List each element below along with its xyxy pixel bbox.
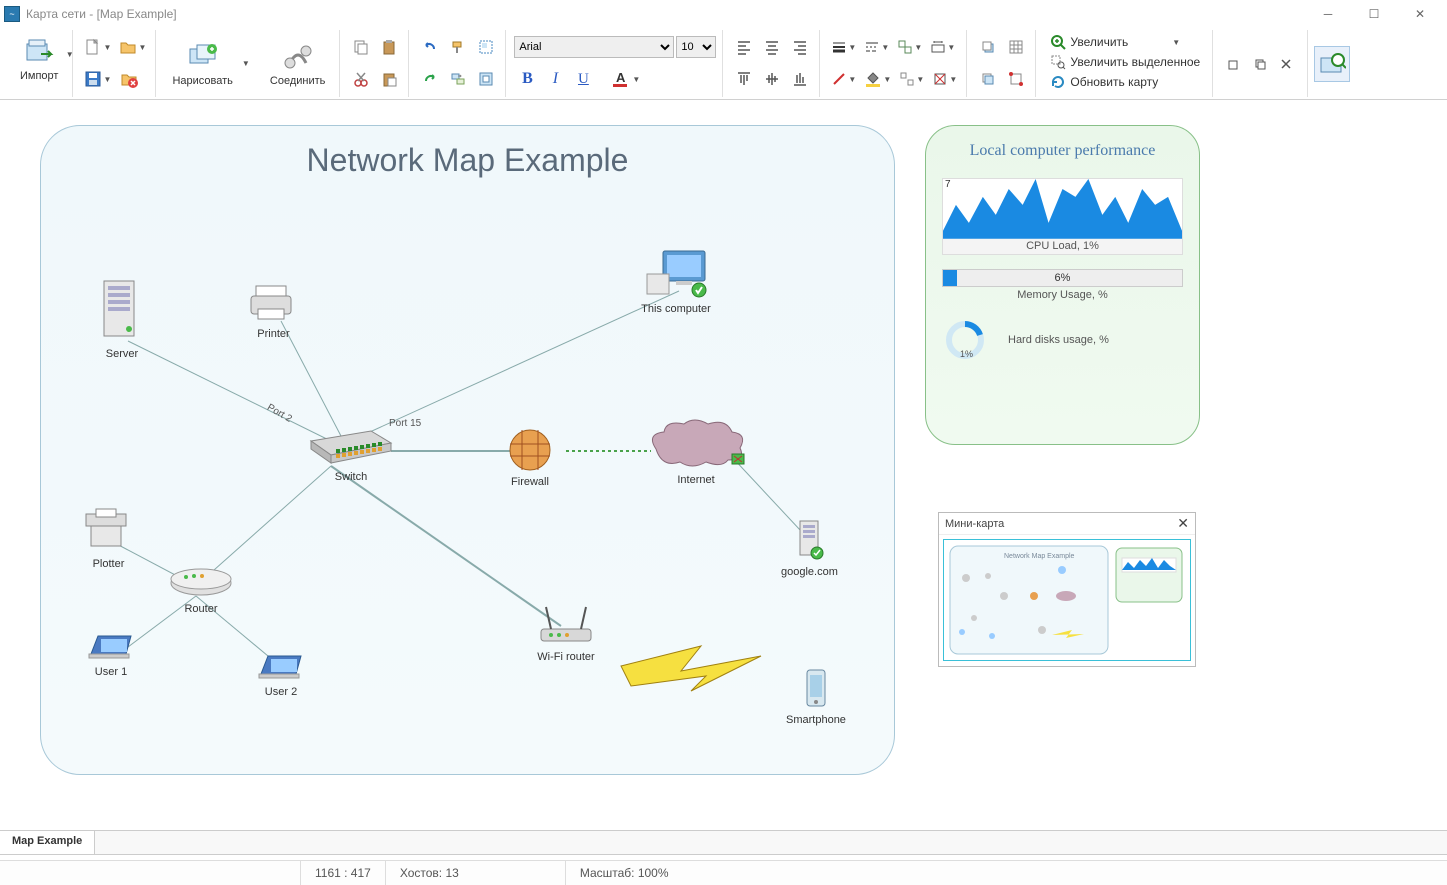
redo-button[interactable]	[417, 66, 443, 92]
tab-current[interactable]: Map Example	[0, 831, 95, 854]
refresh-map-button[interactable]: Обновить карту	[1044, 72, 1206, 92]
align-middle-button[interactable]	[759, 66, 785, 92]
cpu-chart: 7 0	[942, 178, 1183, 238]
draw-button[interactable]: Нарисовать	[164, 37, 240, 91]
node-google[interactable]: google.com	[781, 516, 838, 578]
minimap-panel[interactable]: Мини-карта ✕ Network Map Example	[938, 512, 1196, 667]
send-back-button[interactable]	[975, 66, 1001, 92]
node-internet[interactable]: Internet	[636, 414, 756, 486]
align-center-button[interactable]	[759, 34, 785, 60]
toolbar: Импорт ▼ ▼ ▼ ▼ Нарисовать ▼ Соединить	[0, 28, 1447, 100]
titlebar: ~ Карта сети - [Map Example] ─ ☐ ✕	[0, 0, 1447, 28]
node-server[interactable]: Server	[96, 276, 148, 360]
align-left-button[interactable]	[731, 34, 757, 60]
node-switch[interactable]: Switch	[306, 421, 396, 483]
disk-gauge-icon: 1%	[942, 317, 988, 363]
paste-button[interactable]	[376, 34, 402, 60]
new-doc-button[interactable]: ▼	[81, 34, 114, 60]
minimize-button[interactable]: ─	[1305, 0, 1351, 28]
minimap-title: Мини-карта	[945, 518, 1004, 530]
node-wifi-router[interactable]: Wi-Fi router	[531, 601, 601, 663]
minimap-viewport[interactable]: Network Map Example	[943, 539, 1191, 661]
zoom-selection-button[interactable]: Увеличить выделенное	[1044, 52, 1206, 72]
bold-button[interactable]: B	[514, 66, 540, 92]
node-firewall[interactable]: Firewall	[506, 424, 554, 488]
paste-special-button[interactable]	[376, 66, 402, 92]
ungroup-button[interactable]: ▼	[896, 66, 927, 92]
svg-text:1%: 1%	[960, 349, 973, 359]
connect-button[interactable]: Соединить	[262, 37, 334, 91]
node-user2[interactable]: User 2	[256, 646, 306, 698]
map-panel[interactable]: Network Map Example Port 2 Port 15 Serve…	[40, 125, 895, 775]
bring-front-button[interactable]	[975, 34, 1001, 60]
close-button[interactable]: ✕	[1397, 0, 1443, 28]
import-icon	[23, 36, 55, 68]
cpu-label: CPU Load, 1%	[942, 238, 1183, 255]
status-bar: 1161 : 417 Хостов: 13 Масштаб: 100%	[0, 860, 1447, 885]
minimap-close-button[interactable]: ✕	[1177, 515, 1189, 532]
line-color-button[interactable]: ▼	[828, 66, 859, 92]
align-top-button[interactable]	[731, 66, 757, 92]
line-weight-button[interactable]: ▼	[828, 34, 859, 60]
line-style-button[interactable]: ▼	[861, 34, 892, 60]
tab-bar: Map Example	[0, 830, 1447, 855]
fill-color-button[interactable]: ▼	[861, 66, 894, 92]
replace-button[interactable]	[445, 66, 471, 92]
map-title: Network Map Example	[41, 126, 894, 179]
open-folder-button[interactable]: ▼	[116, 34, 149, 60]
font-name-select[interactable]: Arial	[514, 36, 674, 58]
port-label: Port 2	[265, 402, 294, 425]
copy-button[interactable]	[348, 34, 374, 60]
italic-button[interactable]: I	[542, 66, 568, 92]
svg-text:A: A	[616, 70, 626, 85]
group-button[interactable]: ▼	[894, 34, 925, 60]
app-icon: ~	[4, 6, 20, 22]
chevron-down-icon[interactable]: ▼	[66, 50, 74, 59]
align-bottom-button[interactable]	[787, 66, 813, 92]
node-plotter[interactable]: Plotter	[81, 506, 136, 570]
zoom-in-button[interactable]: Увеличить▼	[1044, 32, 1206, 52]
node-smartphone[interactable]: Smartphone	[786, 666, 846, 726]
node-user1[interactable]: User 1	[86, 626, 136, 678]
clear-format-button[interactable]: ▼	[929, 66, 960, 92]
snap-button[interactable]	[1003, 66, 1029, 92]
format-painter-button[interactable]	[445, 34, 471, 60]
font-size-select[interactable]: 10	[676, 36, 716, 58]
undo-button[interactable]	[417, 34, 443, 60]
chevron-down-icon[interactable]: ▼	[242, 59, 250, 68]
status-scale: Масштаб: 100%	[565, 861, 683, 885]
mdi-restore-button[interactable]	[1221, 51, 1247, 77]
import-button[interactable]: Импорт	[12, 32, 66, 86]
save-button[interactable]: ▼	[81, 66, 114, 92]
size-button[interactable]: ▼	[927, 34, 958, 60]
overview-button[interactable]	[1314, 46, 1350, 82]
maximize-button[interactable]: ☐	[1351, 0, 1397, 28]
connect-icon	[282, 41, 314, 73]
font-color-button[interactable]: A▼	[608, 66, 643, 92]
memory-bar: 6%	[942, 269, 1183, 287]
align-right-button[interactable]	[787, 34, 813, 60]
disk-label: Hard disks usage, %	[1008, 334, 1109, 346]
memory-label: Memory Usage, %	[942, 287, 1183, 303]
select-all-button[interactable]	[473, 34, 499, 60]
invert-selection-button[interactable]	[473, 66, 499, 92]
delete-button[interactable]	[116, 66, 142, 92]
performance-panel[interactable]: Local computer performance 7 0 CPU Load,…	[925, 125, 1200, 445]
window-title: Карта сети - [Map Example]	[26, 7, 1305, 21]
draw-icon	[187, 41, 219, 73]
status-coords: 1161 : 417	[300, 861, 385, 885]
node-this-computer[interactable]: This computer	[641, 246, 711, 315]
svg-text:Network Map Example: Network Map Example	[1004, 553, 1075, 560]
map-connections	[41, 126, 894, 774]
status-hosts: Хостов: 13	[385, 861, 565, 885]
canvas-area[interactable]: Network Map Example Port 2 Port 15 Serve…	[0, 100, 1447, 830]
cut-button[interactable]	[348, 66, 374, 92]
grid-button[interactable]	[1003, 34, 1029, 60]
mdi-close-button[interactable]	[1273, 51, 1299, 77]
performance-title: Local computer performance	[942, 142, 1183, 160]
node-printer[interactable]: Printer	[246, 281, 301, 340]
underline-button[interactable]: U	[570, 66, 596, 92]
mdi-max-button[interactable]	[1247, 51, 1273, 77]
node-router[interactable]: Router	[166, 561, 236, 615]
